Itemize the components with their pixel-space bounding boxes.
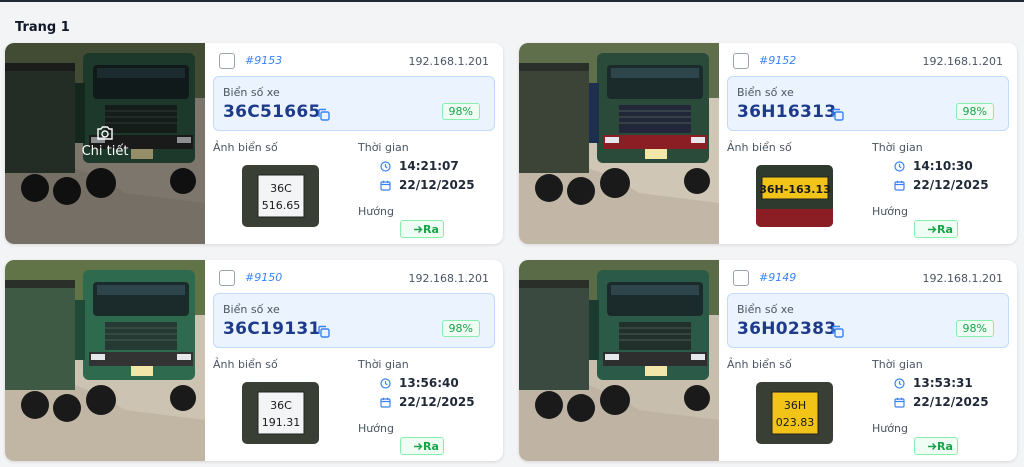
plate-crop-image[interactable]: 36C 516.65: [242, 165, 319, 227]
vehicle-photo[interactable]: [519, 43, 719, 244]
direction-label: Hướng: [358, 205, 394, 218]
copy-icon[interactable]: [831, 106, 845, 125]
direction-value: Ra: [937, 223, 953, 236]
record-id[interactable]: #9152: [759, 54, 796, 67]
plate-image-label: Ảnh biển số: [727, 358, 792, 371]
time-label: Thời gian: [872, 358, 923, 371]
plate-image-label: Ảnh biển số: [213, 141, 278, 154]
record-card[interactable]: Chi tiết #9153 192.168.1.201 Biển số xe …: [5, 43, 503, 244]
time-label: Thời gian: [358, 141, 409, 154]
svg-text:191.31: 191.31: [262, 416, 301, 429]
date-value: 22/12/2025: [913, 178, 989, 192]
confidence-badge: 98%: [441, 320, 480, 337]
svg-text:516.65: 516.65: [262, 199, 301, 212]
plate-caption: Biển số xe: [737, 86, 794, 99]
plate-box: Biển số xe 36C19131 98%: [213, 293, 495, 348]
camera-ip: 192.168.1.201: [922, 272, 1003, 285]
plate-caption: Biển số xe: [737, 303, 794, 316]
vehicle-photo[interactable]: Chi tiết: [5, 43, 205, 244]
direction-value: Ra: [937, 440, 953, 453]
plate-number: 36C19131: [223, 319, 321, 339]
copy-icon[interactable]: [831, 323, 845, 342]
record-id[interactable]: #9153: [245, 54, 282, 67]
record-id[interactable]: #9150: [245, 271, 282, 284]
plate-number: 36C51665: [223, 102, 321, 122]
copy-icon[interactable]: [317, 106, 331, 125]
vehicle-photo[interactable]: [519, 260, 719, 461]
date-value: 22/12/2025: [399, 178, 475, 192]
plate-image-label: Ảnh biển số: [213, 358, 278, 371]
plate-image-label: Ảnh biển số: [727, 141, 792, 154]
direction-badge: Ra: [400, 220, 444, 238]
camera-icon: [96, 125, 114, 141]
direction-badge: Ra: [400, 437, 444, 455]
plate-box: Biển số xe 36H16313 98%: [727, 76, 1009, 131]
time-value: 13:56:40: [399, 376, 459, 390]
detail-overlay[interactable]: Chi tiết: [5, 43, 205, 244]
time-label: Thời gian: [358, 358, 409, 371]
camera-ip: 192.168.1.201: [408, 55, 489, 68]
direction-value: Ra: [423, 223, 439, 236]
svg-text:36C: 36C: [270, 182, 292, 195]
svg-text:36C: 36C: [270, 399, 292, 412]
svg-text:36H: 36H: [784, 399, 806, 412]
detail-label: Chi tiết: [81, 144, 129, 159]
copy-icon[interactable]: [317, 323, 331, 342]
record-card[interactable]: #9149 192.168.1.201 Biển số xe 36H02383 …: [519, 260, 1017, 461]
direction-badge: Ra: [914, 437, 958, 455]
plate-number: 36H16313: [737, 102, 837, 122]
select-checkbox[interactable]: [219, 270, 235, 286]
svg-text:023.83: 023.83: [776, 416, 815, 429]
camera-ip: 192.168.1.201: [922, 55, 1003, 68]
time-value: 14:10:30: [913, 159, 973, 173]
plate-box: Biển số xe 36H02383 98%: [727, 293, 1009, 348]
date-value: 22/12/2025: [913, 395, 989, 409]
time-value: 13:53:31: [913, 376, 973, 390]
confidence-badge: 98%: [441, 103, 480, 120]
direction-label: Hướng: [358, 422, 394, 435]
direction-badge: Ra: [914, 220, 958, 238]
camera-ip: 192.168.1.201: [408, 272, 489, 285]
record-card[interactable]: #9150 192.168.1.201 Biển số xe 36C19131 …: [5, 260, 503, 461]
plate-crop-image[interactable]: 36H 023.83: [756, 382, 833, 444]
direction-label: Hướng: [872, 205, 908, 218]
select-checkbox[interactable]: [219, 53, 235, 69]
direction-value: Ra: [423, 440, 439, 453]
select-checkbox[interactable]: [733, 270, 749, 286]
top-border: [0, 0, 1024, 2]
direction-label: Hướng: [872, 422, 908, 435]
record-card[interactable]: #9152 192.168.1.201 Biển số xe 36H16313 …: [519, 43, 1017, 244]
plate-caption: Biển số xe: [223, 86, 280, 99]
page-title: Trang 1: [15, 20, 70, 35]
plate-crop-image[interactable]: 36C 191.31: [242, 382, 319, 444]
time-label: Thời gian: [872, 141, 923, 154]
plate-caption: Biển số xe: [223, 303, 280, 316]
date-value: 22/12/2025: [399, 395, 475, 409]
confidence-badge: 98%: [955, 103, 994, 120]
vehicle-photo[interactable]: [5, 260, 205, 461]
plate-number: 36H02383: [737, 319, 837, 339]
confidence-badge: 98%: [955, 320, 994, 337]
plate-box: Biển số xe 36C51665 98%: [213, 76, 495, 131]
plate-crop-image[interactable]: 36H-163.13: [756, 165, 833, 227]
svg-text:36H-163.13: 36H-163.13: [759, 183, 831, 196]
select-checkbox[interactable]: [733, 53, 749, 69]
time-value: 14:21:07: [399, 159, 459, 173]
record-id[interactable]: #9149: [759, 271, 796, 284]
